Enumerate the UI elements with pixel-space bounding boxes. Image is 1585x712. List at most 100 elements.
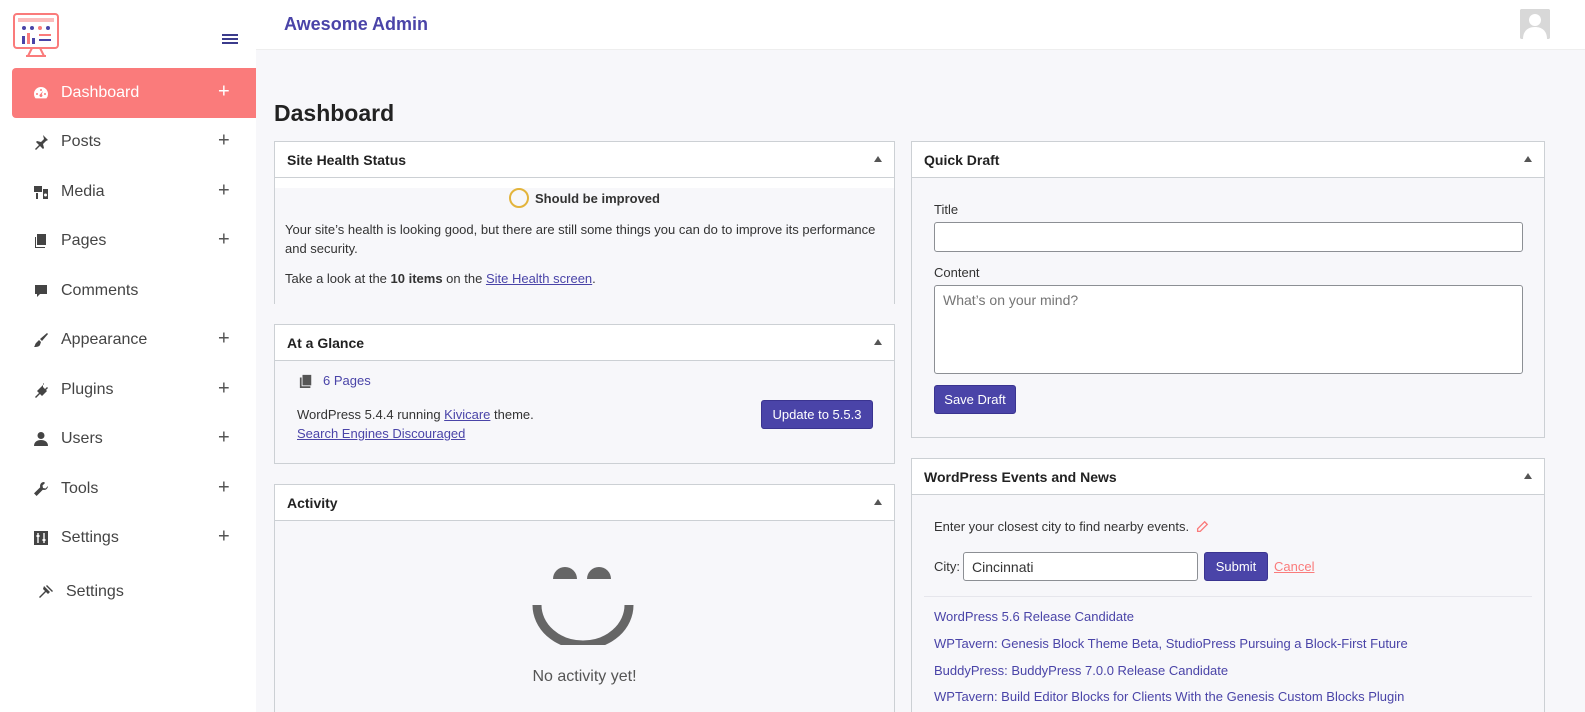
user-icon: [32, 431, 49, 448]
health-on-the: on the: [442, 271, 486, 286]
sidebar-item-label: Tools: [61, 479, 99, 497]
news-link[interactable]: WordPress 5.6 Release Candidate: [934, 609, 1134, 624]
sidebar-item-label: Settings: [61, 529, 119, 547]
menu-toggle-icon[interactable]: [222, 34, 238, 48]
panel-title: WordPress Events and News: [924, 468, 1117, 485]
health-ring-icon: [509, 188, 530, 208]
collapse-icon[interactable]: [1524, 473, 1532, 479]
health-period: .: [592, 271, 596, 286]
pages-icon: [299, 374, 312, 388]
sidebar-item-pages[interactable]: Pages +: [12, 217, 256, 267]
edit-pencil-icon[interactable]: [1195, 520, 1209, 534]
sidebar-item-label: Users: [61, 430, 103, 448]
sidebar-item-label: Media: [61, 182, 105, 200]
title-input[interactable]: [934, 222, 1523, 252]
sidebar-menu: Dashboard + Posts + Media + Pages + Comm…: [12, 68, 256, 617]
no-activity-text: No activity yet!: [532, 668, 637, 685]
update-button[interactable]: Update to 5.5.3: [761, 400, 873, 429]
city-input[interactable]: [963, 552, 1198, 581]
pin-icon: [32, 134, 49, 151]
site-health-link[interactable]: Site Health screen: [486, 271, 592, 286]
title-label: Title: [934, 202, 959, 217]
panel-title: Site Health Status: [287, 151, 407, 168]
news-link[interactable]: WPTavern: Build Editor Blocks for Client…: [934, 689, 1404, 704]
sidebar-item-dashboard[interactable]: Dashboard +: [12, 68, 256, 118]
health-items-line: Take a look at the 10 items on the Site …: [275, 258, 894, 286]
wrench-icon: [32, 480, 49, 497]
sidebar-item-label: Plugins: [61, 380, 114, 398]
expand-icon[interactable]: +: [218, 80, 230, 103]
collapse-icon[interactable]: [874, 339, 882, 345]
pages-count: 6 Pages: [323, 373, 371, 388]
wp-version-prefix: WordPress 5.4.4 running: [297, 407, 445, 422]
expand-icon[interactable]: +: [218, 179, 230, 202]
sidebar-item-posts[interactable]: Posts +: [12, 118, 256, 168]
expand-icon[interactable]: +: [218, 229, 230, 252]
content-textarea[interactable]: [934, 285, 1523, 374]
health-description: Your site’s health is looking good, but …: [285, 222, 876, 256]
panel-title: Quick Draft: [924, 151, 1000, 168]
expand-icon[interactable]: +: [218, 526, 230, 549]
save-draft-button[interactable]: Save Draft: [934, 385, 1016, 414]
sidebar-item-media[interactable]: Media +: [12, 167, 256, 217]
divider: [924, 596, 1532, 597]
panel-header: At a Glance: [275, 325, 894, 361]
pages-count-link[interactable]: 6 Pages: [299, 373, 371, 388]
collapse-icon[interactable]: [874, 156, 882, 162]
sidebar-item-users[interactable]: Users +: [12, 415, 256, 465]
cancel-link[interactable]: Cancel: [1274, 559, 1314, 574]
city-label: City:: [934, 559, 960, 574]
news-link[interactable]: BuddyPress: BuddyPress 7.0.0 Release Can…: [934, 663, 1228, 678]
sidebar-item-label: Appearance: [61, 331, 148, 349]
quick-draft-panel: Quick Draft Title Content Save Draft: [911, 141, 1545, 438]
submit-button[interactable]: Submit: [1204, 552, 1268, 581]
news-link[interactable]: WPTavern: Genesis Block Theme Beta, Stud…: [934, 636, 1408, 651]
sidebar-item-plugins[interactable]: Plugins +: [12, 365, 256, 415]
sidebar-item-comments[interactable]: Comments: [12, 266, 256, 316]
wp-version-line: WordPress 5.4.4 running Kivicare theme.: [297, 407, 534, 422]
logo[interactable]: [12, 12, 60, 60]
panel-title: At a Glance: [287, 334, 365, 351]
dashboard-icon: [32, 84, 49, 101]
sidebar-item-settings[interactable]: Settings +: [12, 514, 256, 564]
panel-title: Activity: [287, 494, 338, 511]
panel-header: Site Health Status: [275, 142, 894, 178]
expand-icon[interactable]: +: [218, 328, 230, 351]
brand-title[interactable]: Awesome Admin: [284, 14, 428, 35]
panel-body: Title Content Save Draft: [912, 178, 1544, 437]
media-icon: [32, 183, 49, 200]
sidebar-item-settings-extra[interactable]: Settings: [12, 567, 256, 617]
avatar[interactable]: [1520, 9, 1550, 39]
sidebar-item-appearance[interactable]: Appearance +: [12, 316, 256, 366]
events-prompt: Enter your closest city to find nearby e…: [934, 519, 1190, 534]
sidebar-item-label: Comments: [61, 281, 139, 299]
activity-panel: Activity No activity yet!: [274, 484, 895, 712]
pages-icon: [32, 233, 49, 250]
panel-body: Should be improved Your site’s health is…: [275, 188, 894, 313]
sidebar: Dashboard + Posts + Media + Pages + Comm…: [0, 0, 256, 712]
sidebar-item-label: Pages: [61, 232, 107, 250]
theme-link[interactable]: Kivicare: [444, 407, 490, 422]
settings-icon: [32, 530, 49, 547]
sidebar-item-tools[interactable]: Tools +: [12, 464, 256, 514]
collapse-icon[interactable]: [874, 499, 882, 505]
page-title: Dashboard: [274, 100, 395, 126]
expand-icon[interactable]: +: [218, 476, 230, 499]
at-a-glance-panel: At a Glance 6 Pages WordPress 5.4.4 runn…: [274, 324, 895, 464]
wp-version-suffix: theme.: [490, 407, 534, 422]
panel-header: WordPress Events and News: [912, 459, 1544, 495]
collapse-icon[interactable]: [1524, 156, 1532, 162]
expand-icon[interactable]: +: [218, 427, 230, 450]
panel-body: 6 Pages WordPress 5.4.4 running Kivicare…: [275, 361, 894, 463]
events-prompt-line: Enter your closest city to find nearby e…: [934, 519, 1209, 534]
sidebar-item-label: Dashboard: [61, 83, 140, 101]
health-items-count: 10 items: [390, 271, 443, 286]
search-engines-link[interactable]: Search Engines Discouraged: [297, 426, 465, 441]
health-prefix: Take a look at the: [285, 271, 391, 286]
panel-body: No activity yet!: [275, 521, 894, 712]
top-bar: Awesome Admin: [256, 0, 1585, 50]
panel-header: Quick Draft: [912, 142, 1544, 178]
sidebar-item-label: Posts: [61, 133, 102, 151]
expand-icon[interactable]: +: [218, 130, 230, 153]
expand-icon[interactable]: +: [218, 377, 230, 400]
